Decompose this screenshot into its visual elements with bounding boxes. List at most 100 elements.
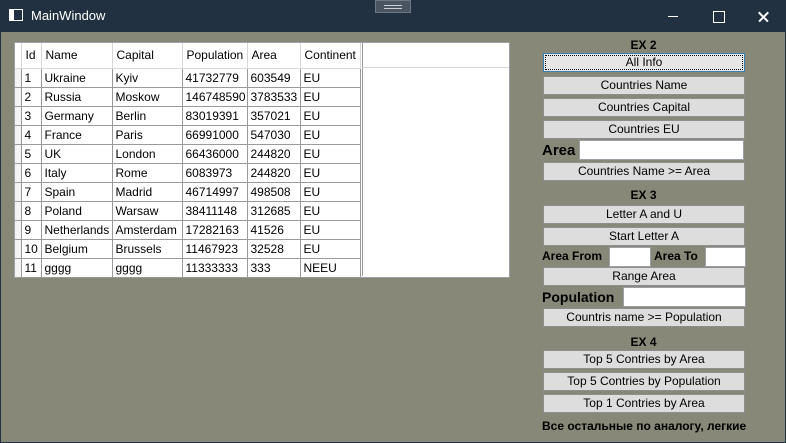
- column-header-id[interactable]: Id: [21, 43, 42, 69]
- top5-area-button[interactable]: Top 5 Contries by Area: [543, 350, 745, 369]
- countries-eu-button[interactable]: Countries EU: [543, 120, 745, 139]
- cell-continent[interactable]: EU: [300, 182, 361, 202]
- cell-name[interactable]: Spain: [41, 182, 113, 202]
- cell-capital[interactable]: Amsterdam: [112, 220, 183, 240]
- letter-a-and-u-button[interactable]: Letter A and U: [543, 205, 745, 224]
- cell-population[interactable]: 146748590: [182, 87, 248, 107]
- cell-population[interactable]: 6083973: [182, 163, 248, 183]
- countries-data-grid[interactable]: Id Name Capital Population Area Continen…: [14, 42, 510, 278]
- cell-capital[interactable]: London: [112, 144, 183, 164]
- population-input[interactable]: [623, 287, 746, 307]
- cell-population[interactable]: 11333333: [182, 258, 248, 278]
- top1-area-button[interactable]: Top 1 Contries by Area: [543, 394, 745, 413]
- table-row[interactable]: 3 Germany Berlin 83019391 357021 EU: [15, 106, 361, 126]
- cell-population[interactable]: 41732779: [182, 68, 248, 88]
- column-header-name[interactable]: Name: [41, 43, 113, 69]
- cell-capital[interactable]: Madrid: [112, 182, 183, 202]
- countries-name-button[interactable]: Countries Name: [543, 76, 745, 95]
- cell-continent[interactable]: EU: [300, 125, 361, 145]
- cell-area[interactable]: 32528: [247, 239, 301, 259]
- cell-area[interactable]: 244820: [247, 163, 301, 183]
- cell-id[interactable]: 1: [21, 68, 42, 88]
- table-row[interactable]: 6 Italy Rome 6083973 244820 EU: [15, 163, 361, 183]
- cell-capital[interactable]: Brussels: [112, 239, 183, 259]
- countries-capital-button[interactable]: Countries Capital: [543, 98, 745, 117]
- cell-area[interactable]: 333: [247, 258, 301, 278]
- table-row[interactable]: 7 Spain Madrid 46714997 498508 EU: [15, 182, 361, 202]
- cell-continent[interactable]: NEEU: [300, 258, 361, 278]
- column-header-population[interactable]: Population: [182, 43, 248, 69]
- cell-name[interactable]: Germany: [41, 106, 113, 126]
- cell-capital[interactable]: Warsaw: [112, 201, 183, 221]
- cell-name[interactable]: Russia: [41, 87, 113, 107]
- table-row[interactable]: 5 UK London 66436000 244820 EU: [15, 144, 361, 164]
- cell-id[interactable]: 7: [21, 182, 42, 202]
- area-input[interactable]: [579, 140, 744, 160]
- cell-area[interactable]: 498508: [247, 182, 301, 202]
- cell-name[interactable]: Poland: [41, 201, 113, 221]
- cell-id[interactable]: 6: [21, 163, 42, 183]
- cell-population[interactable]: 46714997: [182, 182, 248, 202]
- column-header-capital[interactable]: Capital: [112, 43, 183, 69]
- start-letter-a-button[interactable]: Start Letter A: [543, 227, 745, 246]
- cell-name[interactable]: Netherlands: [41, 220, 113, 240]
- cell-continent[interactable]: EU: [300, 68, 361, 88]
- cell-population[interactable]: 66991000: [182, 125, 248, 145]
- title-bar[interactable]: MainWindow: [0, 0, 786, 32]
- cell-area[interactable]: 3783533: [247, 87, 301, 107]
- table-row[interactable]: 2 Russia Moskow 146748590 3783533 EU: [15, 87, 361, 107]
- minimize-button[interactable]: [651, 0, 696, 32]
- top5-population-button[interactable]: Top 5 Contries by Population: [543, 372, 745, 391]
- table-row[interactable]: 9 Netherlands Amsterdam 17282163 41526 EU: [15, 220, 361, 240]
- cell-name[interactable]: Ukraine: [41, 68, 113, 88]
- cell-capital[interactable]: Kyiv: [112, 68, 183, 88]
- cell-capital[interactable]: Berlin: [112, 106, 183, 126]
- table-row[interactable]: 11 gggg gggg 11333333 333 NEEU: [15, 258, 361, 278]
- cell-id[interactable]: 4: [21, 125, 42, 145]
- cell-area[interactable]: 41526: [247, 220, 301, 240]
- table-row[interactable]: 10 Belgium Brussels 11467923 32528 EU: [15, 239, 361, 259]
- cell-area[interactable]: 603549: [247, 68, 301, 88]
- countries-name-population-button[interactable]: Countris name >= Population: [543, 308, 745, 327]
- cell-id[interactable]: 3: [21, 106, 42, 126]
- cell-id[interactable]: 5: [21, 144, 42, 164]
- close-button[interactable]: [741, 0, 786, 32]
- cell-continent[interactable]: EU: [300, 87, 361, 107]
- cell-population[interactable]: 38411148: [182, 201, 248, 221]
- cell-capital[interactable]: Moskow: [112, 87, 183, 107]
- cell-continent[interactable]: EU: [300, 239, 361, 259]
- cell-area[interactable]: 547030: [247, 125, 301, 145]
- cell-capital[interactable]: Paris: [112, 125, 183, 145]
- range-area-button[interactable]: Range Area: [543, 267, 745, 286]
- cell-continent[interactable]: EU: [300, 220, 361, 240]
- cell-continent[interactable]: EU: [300, 201, 361, 221]
- area-from-input[interactable]: [609, 247, 651, 267]
- cell-name[interactable]: Italy: [41, 163, 113, 183]
- area-to-input[interactable]: [705, 247, 746, 267]
- cell-capital[interactable]: gggg: [112, 258, 183, 278]
- cell-population[interactable]: 11467923: [182, 239, 248, 259]
- cell-capital[interactable]: Rome: [112, 163, 183, 183]
- cell-area[interactable]: 312685: [247, 201, 301, 221]
- cell-id[interactable]: 10: [21, 239, 42, 259]
- cell-name[interactable]: France: [41, 125, 113, 145]
- cell-area[interactable]: 357021: [247, 106, 301, 126]
- cell-population[interactable]: 17282163: [182, 220, 248, 240]
- cell-continent[interactable]: EU: [300, 144, 361, 164]
- countries-name-area-button[interactable]: Countries Name >= Area: [543, 162, 745, 181]
- cell-name[interactable]: Belgium: [41, 239, 113, 259]
- all-info-button[interactable]: All Info: [543, 53, 745, 72]
- cell-population[interactable]: 66436000: [182, 144, 248, 164]
- cell-id[interactable]: 11: [21, 258, 42, 278]
- maximize-button[interactable]: [696, 0, 741, 32]
- cell-id[interactable]: 8: [21, 201, 42, 221]
- table-row[interactable]: 4 France Paris 66991000 547030 EU: [15, 125, 361, 145]
- cell-continent[interactable]: EU: [300, 106, 361, 126]
- drag-handle[interactable]: [375, 0, 411, 13]
- cell-population[interactable]: 83019391: [182, 106, 248, 126]
- cell-id[interactable]: 2: [21, 87, 42, 107]
- column-header-continent[interactable]: Continent: [300, 43, 361, 69]
- cell-name[interactable]: gggg: [41, 258, 113, 278]
- column-header-area[interactable]: Area: [247, 43, 301, 69]
- cell-id[interactable]: 9: [21, 220, 42, 240]
